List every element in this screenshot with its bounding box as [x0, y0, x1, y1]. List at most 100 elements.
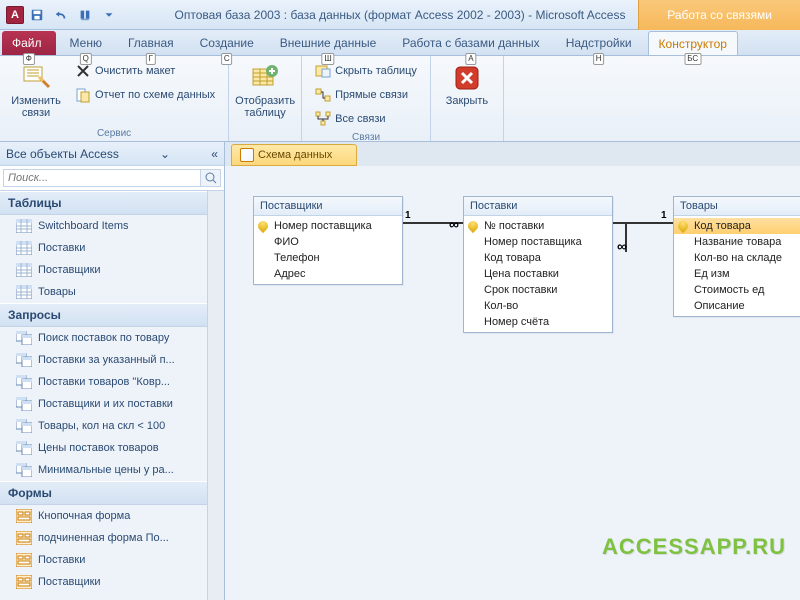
- nav-item[interactable]: Поставки товаров "Ковр...: [0, 371, 224, 393]
- show-table-button[interactable]: Отобразить таблицу: [237, 60, 293, 122]
- nav-item[interactable]: Кнопочная форма: [0, 505, 224, 527]
- nav-title: Все объекты Access: [6, 147, 119, 161]
- table-field[interactable]: Срок поставки: [464, 282, 612, 298]
- app-icon: A: [6, 6, 24, 24]
- nav-item[interactable]: Поиск поставок по товару: [0, 327, 224, 349]
- nav-item-label: Товары: [38, 286, 76, 298]
- table-field[interactable]: Стоимость ед: [674, 282, 800, 298]
- table-field[interactable]: Адрес: [254, 266, 402, 282]
- qat-customize-button[interactable]: [98, 4, 120, 26]
- nav-scrollbar[interactable]: [207, 191, 224, 600]
- nav-item[interactable]: Поставщики: [0, 571, 224, 593]
- table-field[interactable]: Ед изм: [674, 266, 800, 282]
- tab-label: Конструктор: [659, 37, 727, 51]
- table-field[interactable]: Код товара: [464, 250, 612, 266]
- table-field[interactable]: Код товара: [674, 218, 800, 234]
- qat-undo-button[interactable]: [50, 4, 72, 26]
- nav-item-label: Поставки за указанный п...: [38, 354, 175, 366]
- relationship-canvas[interactable]: ACCESSAPP.RU ПоставщикиНомер поставщикаФ…: [225, 166, 800, 600]
- direct-relations-button[interactable]: Прямые связи: [310, 84, 422, 106]
- table-field[interactable]: Название товара: [674, 234, 800, 250]
- table-field[interactable]: Номер поставщика: [254, 218, 402, 234]
- search-button[interactable]: [201, 169, 221, 187]
- edit-rel-icon: [21, 63, 51, 93]
- table-field[interactable]: Номер поставщика: [464, 234, 612, 250]
- tab-Внешние данные[interactable]: Внешние данныеШ: [270, 31, 387, 55]
- search-input[interactable]: [3, 169, 201, 187]
- close-button[interactable]: Закрыть: [439, 60, 495, 110]
- relation-cardinality: ∞: [617, 238, 627, 254]
- relation-cardinality: 1: [405, 210, 411, 221]
- nav-item[interactable]: Поставки: [0, 237, 224, 259]
- nav-item[interactable]: Товары: [0, 281, 224, 303]
- tab-Работа с базами данных[interactable]: Работа с базами данныхА: [392, 31, 549, 55]
- table-field[interactable]: Кол-во: [464, 298, 612, 314]
- nav-item[interactable]: Минимальные цены у ра...: [0, 459, 224, 481]
- btn-label: Отобразить таблицу: [235, 95, 295, 119]
- keytip: Ш: [321, 53, 334, 65]
- table-field[interactable]: Кол-во на складе: [674, 250, 800, 266]
- edit-relations-button[interactable]: Изменить связи: [8, 60, 64, 122]
- nav-header[interactable]: Все объекты Access ⌄ «: [0, 142, 224, 166]
- table-icon: [16, 263, 32, 277]
- table-box[interactable]: ТоварыКод товараНазвание товараКол-во на…: [673, 196, 800, 317]
- table-title: Поставщики: [254, 197, 402, 216]
- nav-item[interactable]: Поставщики и их поставки: [0, 393, 224, 415]
- tab-label: Создание: [200, 36, 254, 50]
- nav-category[interactable]: Формы⌃: [0, 481, 224, 505]
- table-field[interactable]: ФИО: [254, 234, 402, 250]
- nav-item-label: Кнопочная форма: [38, 510, 130, 522]
- query-icon: [16, 375, 32, 389]
- ribbon-group-relations: Скрыть таблицу Прямые связи Все связи Св…: [302, 56, 431, 141]
- table-field[interactable]: № поставки: [464, 218, 612, 234]
- document-tab[interactable]: Схема данных: [231, 144, 357, 166]
- nav-category[interactable]: Таблицы⌃: [0, 191, 224, 215]
- relation-line: [613, 222, 673, 224]
- nav-item-label: Поставки товаров "Ковр...: [38, 376, 170, 388]
- tab-Создание[interactable]: СозданиеС: [190, 31, 264, 55]
- keytip: Q: [80, 53, 92, 65]
- tab-Меню[interactable]: МенюQ: [60, 31, 112, 55]
- nav-item[interactable]: Цены поставок товаров: [0, 437, 224, 459]
- btn-label: Очистить макет: [95, 65, 175, 77]
- table-icon: [16, 241, 32, 255]
- tab-Главная[interactable]: ГлавнаяГ: [118, 31, 184, 55]
- nav-item-label: Поставки: [38, 242, 85, 254]
- nav-item-label: Поставки: [38, 554, 85, 566]
- query-icon: [16, 397, 32, 411]
- nav-item-label: Минимальные цены у ра...: [38, 464, 174, 476]
- tab-label: Главная: [128, 36, 174, 50]
- qat-save-button[interactable]: [26, 4, 48, 26]
- table-box[interactable]: Поставщики Номер поставщикаФИОТелефонАдре…: [253, 196, 403, 285]
- tab-Конструктор[interactable]: КонструкторБС: [648, 31, 738, 55]
- nav-item[interactable]: Поставки: [0, 549, 224, 571]
- show-table-icon: [250, 63, 280, 93]
- nav-item-label: Поставщики и их поставки: [38, 398, 173, 410]
- table-field[interactable]: Телефон: [254, 250, 402, 266]
- btn-label: Закрыть: [446, 95, 488, 107]
- nav-item[interactable]: Поставщики: [0, 259, 224, 281]
- nav-item[interactable]: Switchboard Items: [0, 215, 224, 237]
- window-title: Оптовая база 2003 : база данных (формат …: [160, 8, 640, 22]
- nav-item[interactable]: подчиненная форма По...: [0, 527, 224, 549]
- ribbon: Изменить связи Очистить макет Отчет по с…: [0, 56, 800, 142]
- table-field[interactable]: Описание: [674, 298, 800, 314]
- relation-cardinality: 1: [661, 210, 667, 221]
- relation-report-button[interactable]: Отчет по схеме данных: [70, 84, 220, 106]
- title-bar: A Оптовая база 2003 : база данных (форма…: [0, 0, 800, 30]
- file-tab[interactable]: Файл Ф: [2, 31, 56, 55]
- qat-redo-button[interactable]: [74, 4, 96, 26]
- btn-label: Прямые связи: [335, 89, 408, 101]
- clear-icon: [75, 63, 91, 79]
- nav-item[interactable]: Поставки за указанный п...: [0, 349, 224, 371]
- tab-Надстройки[interactable]: НадстройкиН: [556, 31, 642, 55]
- table-field[interactable]: Номер счёта: [464, 314, 612, 330]
- close-icon: [452, 63, 482, 93]
- group-label: [237, 137, 293, 139]
- collapse-icon[interactable]: «: [211, 147, 218, 161]
- all-relations-button[interactable]: Все связи: [310, 108, 422, 130]
- table-field[interactable]: Цена поставки: [464, 266, 612, 282]
- nav-category[interactable]: Запросы⌃: [0, 303, 224, 327]
- table-box[interactable]: Поставки№ поставкиНомер поставщикаКод то…: [463, 196, 613, 333]
- nav-item[interactable]: Товары, кол на скл < 100: [0, 415, 224, 437]
